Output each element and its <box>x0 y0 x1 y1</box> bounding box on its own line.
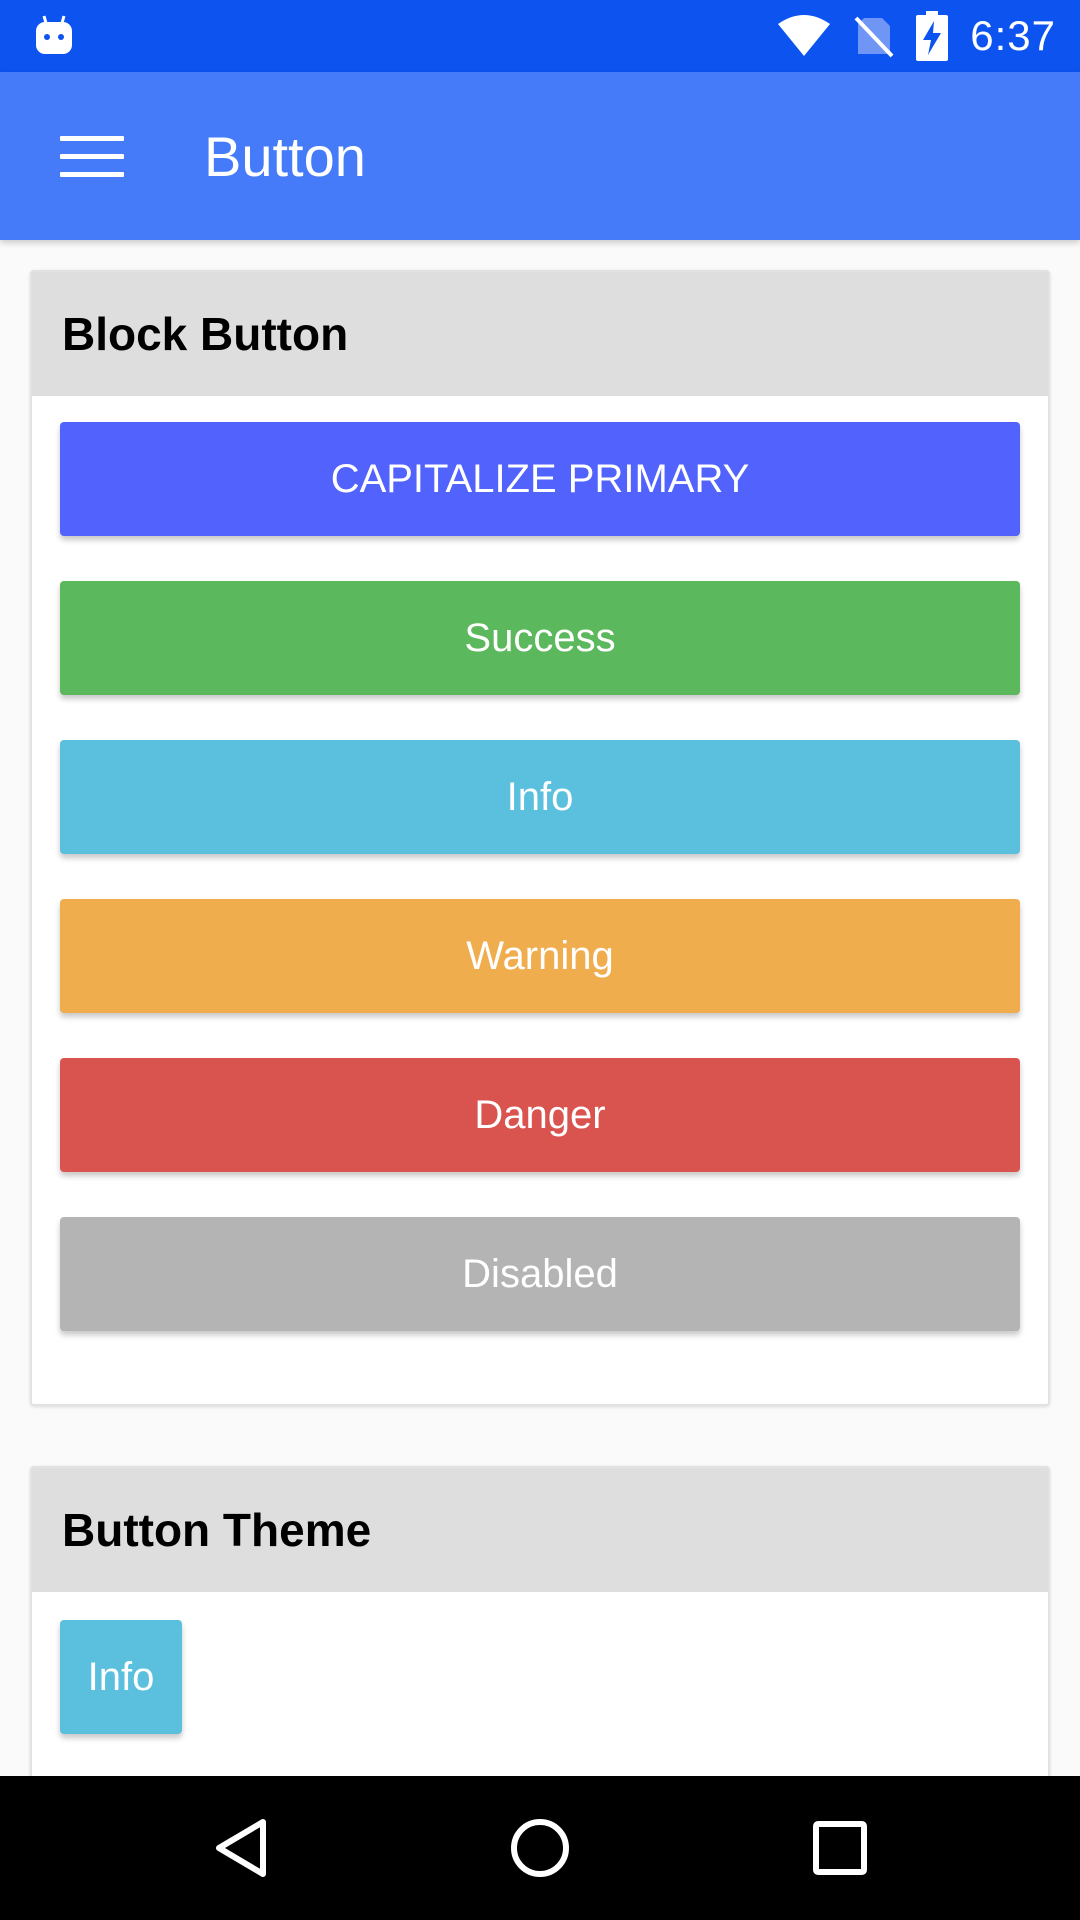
status-time: 6:37 <box>970 12 1056 59</box>
theme-info-button[interactable]: Info <box>60 1620 182 1734</box>
page-title: Button <box>204 124 366 188</box>
hamburger-menu-icon[interactable] <box>46 116 136 196</box>
block-button-card: Block Button CAPITALIZE PRIMARY Success … <box>30 270 1050 1406</box>
wifi-icon <box>778 15 831 56</box>
primary-button[interactable]: CAPITALIZE PRIMARY <box>60 422 1020 536</box>
navigation-bar <box>0 1776 1080 1920</box>
info-button[interactable]: Info <box>60 740 1020 854</box>
recents-icon[interactable] <box>790 1798 890 1898</box>
status-bar: 6:37 <box>0 0 1080 72</box>
battery-charging-icon <box>916 11 949 61</box>
success-button[interactable]: Success <box>60 581 1020 695</box>
app-bar: Button <box>0 72 1080 240</box>
danger-button[interactable]: Danger <box>60 1058 1020 1172</box>
warning-button[interactable]: Warning <box>60 899 1020 1013</box>
button-theme-card-title: Button Theme <box>32 1468 1048 1592</box>
disabled-button[interactable]: Disabled <box>60 1217 1020 1331</box>
android-bot-icon <box>36 15 72 54</box>
back-icon[interactable] <box>191 1798 291 1898</box>
no-sim-icon <box>854 16 894 58</box>
block-button-card-title: Block Button <box>32 272 1048 396</box>
button-theme-card: Button Theme Info <box>30 1466 1050 1796</box>
home-icon[interactable] <box>490 1798 590 1898</box>
